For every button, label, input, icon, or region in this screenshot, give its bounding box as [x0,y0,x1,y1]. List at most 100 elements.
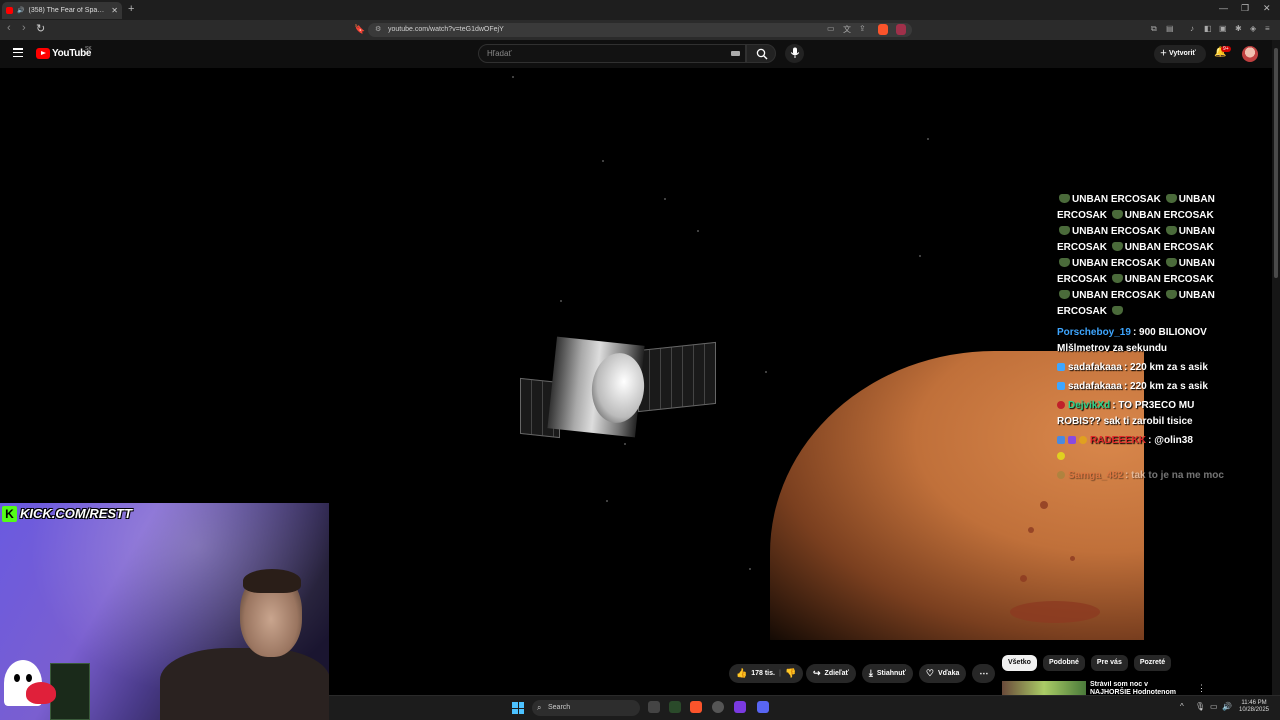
keyboard-icon[interactable] [731,51,740,56]
task-view-icon[interactable] [648,701,660,713]
taskbar-clock[interactable]: 11:46 PM 10/28/2025 [1236,700,1272,714]
chat-text: : 220 km za s asik [1123,381,1208,392]
more-icon: ⋯ [979,668,989,678]
share-button[interactable]: ↪ Zdieľať [806,664,856,683]
download-label: Stiahnuť [876,670,906,677]
chat-username: Samga_482 [1068,470,1124,481]
youtube-favicon-icon [6,7,13,14]
browser-tab[interactable]: 🔊 (358) The Fear of Space - Yo... ✕ [2,2,122,19]
tab-title: (358) The Fear of Space - Yo... [28,7,107,14]
badge-icon [1068,436,1076,444]
chat-username: sadafakaaa [1068,362,1122,373]
site-info-icon[interactable]: ⚙ [375,23,381,37]
app-icon[interactable] [669,701,681,713]
tray-chevron-icon[interactable]: ^ [1180,702,1184,711]
solar-panel-right [638,341,716,413]
country-code: SK [85,46,92,52]
share-page-icon[interactable]: ⇪ [859,24,866,33]
reload-icon[interactable]: ↻ [36,22,45,35]
mic-tray-icon[interactable]: 🎙 [1195,702,1205,711]
taskbar-search-label: Search [548,704,571,711]
split-view-icon[interactable]: ◧ [1204,24,1212,33]
discord-icon[interactable] [757,701,769,713]
thumbs-down-icon[interactable]: 👎 [785,664,796,683]
clock-date: 10/28/2025 [1238,707,1270,713]
chat-username: DejvikXd [1068,400,1111,411]
kebab-menu-icon[interactable]: ⋮ [1197,683,1206,694]
sidebar-icon[interactable]: ▤ [1166,24,1174,33]
voice-search-button[interactable] [785,44,804,63]
brave-rewards-icon[interactable] [896,24,906,35]
hamburger-menu-icon[interactable] [13,48,23,57]
stream-chat-overlay: UNBAN ERCOSAK UNBAN ERCOSAK UNBAN ERCOSA… [1057,194,1227,487]
extensions-icon[interactable]: ⧉ [1151,24,1157,34]
network-icon[interactable]: ▭ [1210,702,1218,711]
brave-browser-icon[interactable] [690,701,702,713]
wallet-icon[interactable]: ▣ [1219,24,1227,33]
badge-icon [1057,436,1065,444]
chat-message-spam: UNBAN ERCOSAK UNBAN ERCOSAK UNBAN ERCOSA… [1057,194,1215,317]
screen: 🔊 (358) The Fear of Space - Yo... ✕ + — … [0,0,1280,720]
page-scrollbar[interactable] [1272,40,1280,720]
puzzle-icon[interactable]: ✱ [1235,24,1242,33]
chip-all[interactable]: Všetko [1002,655,1037,671]
music-icon[interactable]: ♪ [1190,24,1194,33]
bookmark-icon[interactable]: 🔖 [354,24,365,35]
heart-icon [26,682,56,704]
vpn-icon[interactable]: ◈ [1250,24,1256,33]
clock-time: 11:46 PM [1241,700,1267,706]
chat-text: : 220 km za s asik [1123,362,1208,373]
recommendation-chips: Všetko Podobné Pre vás Pozreté [1002,655,1172,671]
thanks-label: Vďaka [937,670,960,677]
chip-for-you[interactable]: Pre vás [1090,655,1128,671]
brave-shield-icon[interactable] [878,24,888,35]
search-button[interactable] [746,44,776,63]
speaker-icon[interactable]: 🔊 [17,7,24,14]
chip-watched[interactable]: Pozreté [1133,655,1172,671]
badge-icon [1057,471,1065,479]
share-icon: ↪ [813,668,821,678]
forward-icon[interactable]: › [22,22,26,34]
app-icon[interactable] [734,701,746,713]
download-icon: ⤓ [868,668,873,678]
chat-message: Samga_482: tak to je na me moc [1057,468,1227,484]
cast-icon[interactable]: ▭ [827,24,835,33]
thanks-button[interactable]: ♡ Vďaka [918,664,967,683]
kick-url: KICK.COM/RESTT [20,506,132,521]
windows-start-icon[interactable] [512,702,524,714]
create-label: Vytvoriť [1168,50,1196,57]
volume-icon[interactable]: 🔊 [1222,702,1232,711]
chat-text: : tak to je na me moc [1125,470,1224,481]
like-count: 178 tis. [751,670,775,677]
search-icon: ⌕ [537,703,542,712]
thanks-heart-icon: ♡ [925,668,934,678]
microphone-icon [790,47,800,58]
create-button[interactable]: ＋ Vytvoriť [1154,45,1206,63]
browser-menu-icon[interactable]: ≡ [1265,24,1270,33]
background-shelf [50,663,90,720]
minimize-icon[interactable]: — [1219,3,1228,13]
account-avatar[interactable] [1242,46,1258,62]
search-input[interactable]: Hľadať [478,44,746,63]
download-button[interactable]: ⤓ Stiahnuť [861,664,913,683]
thumbs-up-icon: 👍 [736,668,748,678]
close-tab-icon[interactable]: ✕ [111,6,118,15]
like-button[interactable]: 👍 178 tis. | 👎 [729,664,804,683]
kick-logo-icon: K [2,505,17,522]
translate-icon[interactable]: 文 [843,24,851,35]
chat-message: RADEEEKK: @olin38 [1057,433,1227,465]
chat-message: sadafakaaa: 220 km za s asik [1057,379,1227,395]
new-tab-icon[interactable]: + [128,3,134,15]
youtube-logo-icon[interactable] [36,48,50,59]
browser-tab-bar [0,0,1280,20]
github-icon[interactable] [712,701,724,713]
chip-related[interactable]: Podobné [1042,655,1085,671]
close-window-icon[interactable]: ✕ [1263,3,1271,14]
like-dislike-group: 👍 178 tis. | 👎 [729,664,804,683]
chat-message: DejvikXd: TO PR3ECO MU ROBIS?? sak ti za… [1057,398,1227,430]
maximize-icon[interactable]: ❐ [1241,3,1249,14]
back-icon[interactable]: ‹ [7,22,11,34]
taskbar-search[interactable]: ⌕ Search [532,700,640,716]
badge-icon [1057,401,1065,409]
more-actions-button[interactable]: ⋯ [972,664,996,683]
